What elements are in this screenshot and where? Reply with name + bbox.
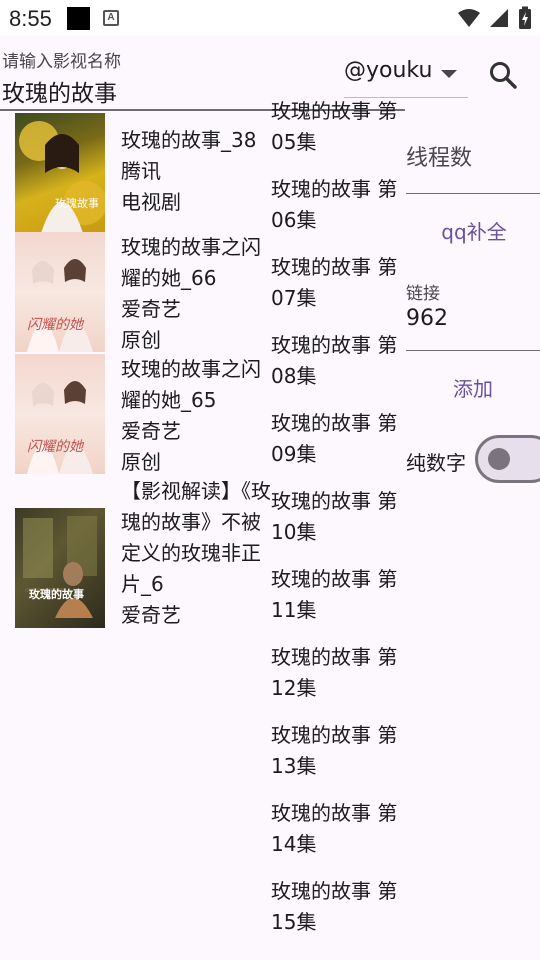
search-icon[interactable] [488,60,518,90]
search-hint-label: 请输入影视名称 [2,52,121,72]
episode-item[interactable]: 玫瑰的故事 第13集 [271,720,405,782]
status-icons [454,6,532,30]
poster-image: 玫瑰故事 [15,113,105,233]
source-dropdown[interactable]: @youku [344,56,468,98]
episode-item[interactable]: 玫瑰的故事 第09集 [271,408,405,470]
dropdown-arrow-icon [441,70,457,78]
poster-image: 闪耀的她 [15,354,105,474]
results-list: 玫瑰故事 玫瑰的故事_38 腾讯 电视剧 闪耀的她 玫瑰的故事之闪耀的她_66 … [0,111,270,651]
episode-item[interactable]: 玫瑰的故事 第15集 [271,876,405,938]
episode-list: 玫瑰的故事 第05集 玫瑰的故事 第06集 玫瑰的故事 第07集 玫瑰的故事 第… [270,96,406,960]
status-bar: 8:55 A [0,0,540,36]
signal-icon [489,9,508,27]
result-title: 【影视解读】《玫瑰的故事》不被定义的玫瑰非正片_6 爱奇艺 [121,479,270,627]
poster-caption: 闪耀的她 [27,317,83,333]
add-button[interactable]: 添加 [430,368,516,410]
result-item[interactable]: 闪耀的她 玫瑰的故事之闪耀的她_65 爱奇艺 原创 [0,354,270,476]
search-input[interactable]: 玫瑰的故事 [2,74,117,108]
poster-image: 玫瑰的故事 [15,508,105,628]
episode-item[interactable]: 玫瑰的故事 第07集 [271,252,405,314]
episode-item[interactable]: 玫瑰的故事 第06集 [271,174,405,236]
result-item[interactable]: 闪耀的她 玫瑰的故事之闪耀的她_66 爱奇艺 原创 [0,232,270,354]
digits-only-toggle[interactable] [475,435,540,483]
battery-icon [519,6,531,29]
episode-item[interactable]: 玫瑰的故事 第10集 [271,486,405,548]
notification-app-icon [67,7,90,30]
episode-item[interactable]: 玫瑰的故事 第14集 [271,798,405,860]
poster-caption: 闪耀的她 [27,439,83,455]
episode-item[interactable]: 玫瑰的故事 第11集 [271,564,405,626]
result-item[interactable]: 玫瑰故事 玫瑰的故事_38 腾讯 电视剧 [0,111,270,233]
result-title: 玫瑰的故事_38 腾讯 电视剧 [121,128,257,214]
wifi-icon [457,9,480,27]
qq-complete-button[interactable]: qq补全 [422,212,526,252]
link-input-underline [406,350,540,351]
result-title: 玫瑰的故事之闪耀的她_66 爱奇艺 原创 [121,235,261,352]
source-dropdown-value: @youku [344,58,433,83]
threads-input[interactable]: 线程数 [406,140,472,172]
threads-input-underline [406,193,540,194]
notification-a-icon: A [103,10,119,26]
episode-item[interactable]: 玫瑰的故事 第08集 [271,330,405,392]
link-label: 链接 [406,284,440,304]
link-input[interactable]: 962 [406,306,448,331]
result-title: 玫瑰的故事之闪耀的她_65 爱奇艺 原创 [121,357,261,474]
episode-item[interactable]: 玫瑰的故事 第05集 [271,96,405,158]
result-item[interactable]: 玫瑰的故事 【影视解读】《玫瑰的故事》不被定义的玫瑰非正片_6 爱奇艺 [0,476,270,651]
poster-image: 闪耀的她 [15,232,105,352]
toggle-knob [488,448,510,470]
status-time: 8:55 [9,6,52,31]
poster-caption: 玫瑰的故事 [29,588,84,601]
episode-item[interactable]: 玫瑰的故事 第12集 [271,642,405,704]
poster-caption: 玫瑰故事 [55,197,99,210]
digits-only-label: 纯数字 [406,451,466,475]
